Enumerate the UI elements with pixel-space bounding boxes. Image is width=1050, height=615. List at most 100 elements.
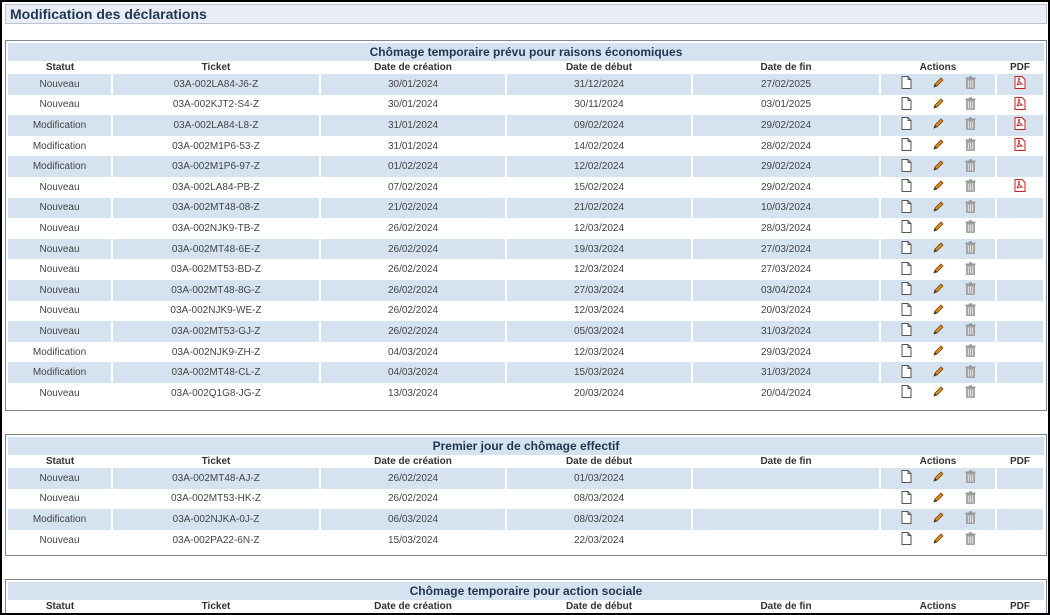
trash-icon[interactable] bbox=[965, 282, 976, 298]
pdf-cell bbox=[996, 156, 1045, 177]
trash-icon[interactable] bbox=[965, 532, 976, 548]
pdf-cell bbox=[996, 468, 1045, 489]
date-fin-cell: 29/03/2024 bbox=[692, 341, 881, 363]
date-debut-cell: 14/02/2024 bbox=[506, 135, 693, 157]
trash-icon[interactable] bbox=[965, 220, 976, 236]
pencil-icon[interactable] bbox=[932, 179, 945, 195]
date-creation-cell: 26/02/2024 bbox=[320, 468, 507, 489]
pencil-icon[interactable] bbox=[932, 159, 945, 175]
actions-cell bbox=[880, 94, 997, 116]
table-row: Modification 03A-002M1P6-53-Z 31/01/2024 14… bbox=[8, 135, 1045, 157]
trash-icon[interactable] bbox=[965, 200, 976, 216]
pdf-cell bbox=[996, 135, 1045, 157]
pencil-icon[interactable] bbox=[932, 76, 945, 92]
date-fin-cell: 27/02/2025 bbox=[692, 74, 881, 95]
trash-icon[interactable] bbox=[965, 179, 976, 195]
trash-icon[interactable] bbox=[965, 491, 976, 507]
trash-icon[interactable] bbox=[965, 344, 976, 360]
pdf-icon[interactable] bbox=[1014, 76, 1026, 92]
section-title: Chômage temporaire pour action sociale bbox=[8, 582, 1044, 600]
table-row: Nouveau 03A-002MT48-6E-Z 26/02/2024 19/03/2… bbox=[8, 238, 1045, 260]
trash-icon[interactable] bbox=[965, 323, 976, 339]
pdf-icon[interactable] bbox=[1014, 96, 1026, 113]
document-icon[interactable] bbox=[901, 532, 912, 548]
date-creation-cell: 26/02/2024 bbox=[320, 259, 507, 280]
pencil-icon[interactable] bbox=[932, 365, 945, 381]
trash-icon[interactable] bbox=[965, 117, 976, 133]
trash-icon[interactable] bbox=[965, 261, 976, 278]
document-icon[interactable] bbox=[901, 96, 912, 113]
pencil-icon[interactable] bbox=[932, 282, 945, 298]
trash-icon[interactable] bbox=[965, 158, 976, 175]
status-cell: Nouveau bbox=[8, 238, 113, 260]
trash-icon[interactable] bbox=[965, 241, 976, 257]
pencil-icon[interactable] bbox=[932, 262, 945, 278]
pdf-cell bbox=[996, 529, 1045, 551]
pencil-icon[interactable] bbox=[932, 470, 945, 486]
pencil-icon[interactable] bbox=[932, 200, 945, 216]
pdf-cell bbox=[996, 382, 1045, 404]
pencil-icon[interactable] bbox=[932, 323, 945, 339]
pdf-cell bbox=[996, 362, 1045, 383]
pencil-icon[interactable] bbox=[932, 138, 945, 154]
pencil-icon[interactable] bbox=[932, 97, 945, 113]
trash-icon[interactable] bbox=[965, 364, 976, 381]
pencil-icon[interactable] bbox=[932, 303, 945, 319]
status-cell: Nouveau bbox=[8, 218, 113, 239]
document-icon[interactable] bbox=[901, 199, 912, 216]
date-fin-cell bbox=[692, 468, 881, 489]
pdf-icon[interactable] bbox=[1014, 179, 1026, 195]
document-icon[interactable] bbox=[901, 490, 912, 507]
pencil-icon[interactable] bbox=[932, 241, 945, 257]
trash-icon[interactable] bbox=[965, 385, 976, 401]
section-premier-jour: Premier jour de chômage effectif Statut Ti… bbox=[5, 434, 1047, 556]
pencil-icon[interactable] bbox=[932, 532, 945, 548]
trash-icon[interactable] bbox=[965, 138, 976, 154]
document-icon[interactable] bbox=[901, 220, 912, 236]
document-icon[interactable] bbox=[901, 261, 912, 278]
document-icon[interactable] bbox=[901, 511, 912, 527]
trash-icon[interactable] bbox=[965, 76, 976, 92]
table-row: Nouveau 03A-002MT53-GJ-Z 26/02/2024 05/03/2… bbox=[8, 321, 1045, 342]
pencil-icon[interactable] bbox=[932, 511, 945, 527]
ticket-cell: 03A-002KJT2-S4-Z bbox=[112, 94, 321, 116]
document-icon[interactable] bbox=[901, 323, 912, 339]
document-icon[interactable] bbox=[901, 470, 912, 486]
pencil-icon[interactable] bbox=[932, 220, 945, 236]
document-icon[interactable] bbox=[901, 179, 912, 195]
ticket-cell: 03A-002Q1G8-JG-Z bbox=[112, 382, 321, 404]
document-icon[interactable] bbox=[901, 344, 912, 360]
pdf-cell bbox=[996, 488, 1045, 510]
date-debut-cell: 31/12/2024 bbox=[506, 74, 693, 95]
pdf-icon[interactable] bbox=[1014, 117, 1026, 133]
document-icon[interactable] bbox=[901, 117, 912, 133]
document-icon[interactable] bbox=[901, 302, 912, 319]
status-cell: Modification bbox=[8, 341, 113, 363]
actions-cell bbox=[880, 509, 997, 530]
document-icon[interactable] bbox=[901, 385, 912, 401]
document-icon[interactable] bbox=[901, 158, 912, 175]
document-icon[interactable] bbox=[901, 138, 912, 154]
pdf-icon[interactable] bbox=[1014, 138, 1026, 154]
date-debut-cell: 21/02/2024 bbox=[506, 197, 693, 219]
column-header-statut: Statut bbox=[8, 600, 112, 613]
document-icon[interactable] bbox=[901, 282, 912, 298]
pencil-icon[interactable] bbox=[932, 491, 945, 507]
trash-icon[interactable] bbox=[965, 97, 976, 113]
trash-icon[interactable] bbox=[965, 470, 976, 486]
status-cell: Nouveau bbox=[8, 321, 113, 342]
pencil-icon[interactable] bbox=[932, 344, 945, 360]
actions-cell bbox=[880, 468, 997, 489]
trash-icon[interactable] bbox=[965, 303, 976, 319]
table-row: Nouveau 03A-002NJK9-TB-Z 26/02/2024 12/03/2… bbox=[8, 218, 1045, 239]
pencil-icon[interactable] bbox=[932, 117, 945, 133]
table-row: Modification 03A-002M1P6-97-Z 01/02/2024 12… bbox=[8, 156, 1045, 177]
document-icon[interactable] bbox=[901, 241, 912, 257]
pencil-icon[interactable] bbox=[932, 385, 945, 401]
document-icon[interactable] bbox=[901, 364, 912, 381]
column-header-date-fin: Date de fin bbox=[692, 61, 880, 74]
trash-icon[interactable] bbox=[965, 511, 976, 527]
pdf-cell bbox=[996, 341, 1045, 363]
document-icon[interactable] bbox=[901, 76, 912, 92]
status-cell: Nouveau bbox=[8, 74, 113, 95]
